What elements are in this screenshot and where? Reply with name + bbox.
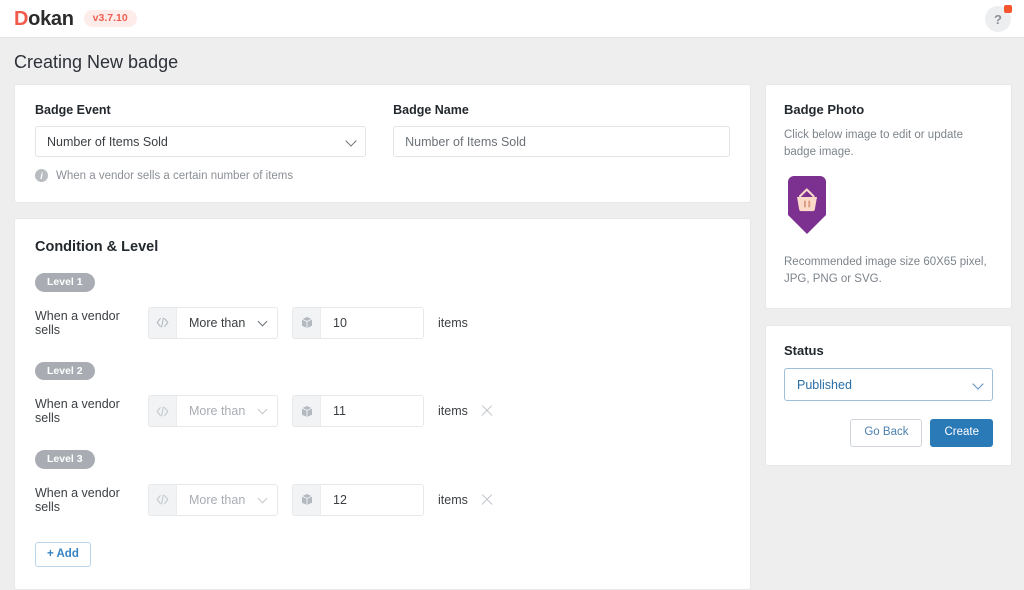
status-actions: Go Back Create <box>784 419 993 447</box>
condition-row: When a vendor sells More than 11 items <box>35 395 730 427</box>
help-button-wrap[interactable]: ? <box>985 5 1012 32</box>
chevron-down-icon <box>345 134 357 147</box>
condition-prefix-label: When a vendor sells <box>35 308 120 337</box>
version-badge: v3.7.10 <box>83 10 137 27</box>
brand: Dokan v3.7.10 <box>14 9 137 29</box>
badge-photo-recommendation: Recommended image size 60X65 pixel, JPG,… <box>784 255 987 285</box>
operator-value: More than <box>177 308 277 338</box>
status-select[interactable]: Published <box>784 368 993 401</box>
page-title: Creating New badge <box>14 52 179 72</box>
box-icon <box>293 484 321 515</box>
box-icon <box>293 307 321 338</box>
amount-input[interactable]: 10 <box>292 306 424 339</box>
code-icon <box>149 484 177 515</box>
add-condition-button[interactable]: + Add <box>35 541 91 567</box>
operator-select[interactable]: More than <box>148 306 278 339</box>
badge-event-value: Number of Items Sold <box>47 134 168 149</box>
box-icon <box>293 396 321 426</box>
go-back-button[interactable]: Go Back <box>850 419 923 447</box>
condition-prefix-label: When a vendor sells <box>35 397 120 425</box>
remove-condition-button[interactable] <box>480 493 494 507</box>
badge-event-select[interactable]: Number of Items Sold <box>35 126 367 157</box>
condition-prefix-label: When a vendor sells <box>35 485 120 514</box>
amount-value: 10 <box>333 315 347 330</box>
badge-name-field: Badge Name Number of Items Sold <box>393 103 730 182</box>
chevron-down-icon <box>257 493 268 503</box>
info-icon: i <box>35 169 48 182</box>
condition-level-group: Level 1 When a vendor sells More than 10… <box>35 272 730 339</box>
badge-photo-image[interactable] <box>784 175 993 239</box>
remove-condition-button[interactable] <box>480 404 494 418</box>
status-card: Status Published Go Back Create <box>765 325 1012 466</box>
condition-suffix-label: items <box>438 315 468 330</box>
right-column: Badge Photo Click below image to edit or… <box>765 84 1012 466</box>
create-button[interactable]: Create <box>930 419 993 447</box>
condition-row: When a vendor sells More than 10 items <box>35 306 730 339</box>
chevron-down-icon <box>972 377 984 390</box>
top-bar: Dokan v3.7.10 ? <box>0 0 1024 38</box>
logo-text: okan <box>28 7 74 30</box>
code-icon <box>149 307 177 338</box>
operator-value: More than <box>177 396 277 426</box>
left-column: Badge Event Number of Items Sold i When … <box>14 84 751 590</box>
badge-photo-title: Badge Photo <box>784 102 865 117</box>
code-icon <box>149 396 177 426</box>
condition-suffix-label: items <box>438 492 468 507</box>
badge-info-card: Badge Event Number of Items Sold i When … <box>14 84 751 203</box>
status-title: Status <box>784 343 824 358</box>
condition-level-group: Level 3 When a vendor sells More than 12… <box>35 449 730 516</box>
level-badge: Level 3 <box>35 450 95 469</box>
amount-value: 11 <box>333 404 346 418</box>
badge-photo-description: Click below image to edit or update badg… <box>784 129 963 159</box>
chevron-down-icon <box>257 404 268 415</box>
badge-event-label: Badge Event <box>35 103 111 117</box>
condition-level-group: Level 2 When a vendor sells More than 11… <box>35 361 730 427</box>
amount-value: 12 <box>333 492 347 507</box>
amount-input[interactable]: 11 <box>292 395 424 427</box>
badge-event-hint-text: When a vendor sells a certain number of … <box>56 169 294 182</box>
badge-name-input[interactable]: Number of Items Sold <box>393 126 730 157</box>
level-badge: Level 1 <box>35 273 95 292</box>
operator-select[interactable]: More than <box>148 395 278 427</box>
level-badge: Level 2 <box>35 361 95 380</box>
badge-event-field: Badge Event Number of Items Sold i When … <box>35 103 367 182</box>
dokan-logo: Dokan <box>14 9 74 29</box>
badge-name-label: Badge Name <box>393 103 469 117</box>
condition-row: When a vendor sells More than 12 items <box>35 483 730 516</box>
logo-letter-d: D <box>14 7 29 30</box>
chevron-down-icon <box>257 316 268 326</box>
status-value: Published <box>797 377 852 392</box>
badge-photo-card: Badge Photo Click below image to edit or… <box>765 84 1012 309</box>
condition-level-card: Condition & Level Level 1 When a vendor … <box>14 218 751 590</box>
condition-suffix-label: items <box>438 404 468 418</box>
notification-dot-icon <box>1004 5 1012 13</box>
badge-event-hint: i When a vendor sells a certain number o… <box>35 169 366 182</box>
condition-section-title: Condition & Level <box>35 239 159 255</box>
operator-value: More than <box>177 485 277 515</box>
amount-input[interactable]: 12 <box>292 483 424 516</box>
operator-select[interactable]: More than <box>148 483 278 516</box>
